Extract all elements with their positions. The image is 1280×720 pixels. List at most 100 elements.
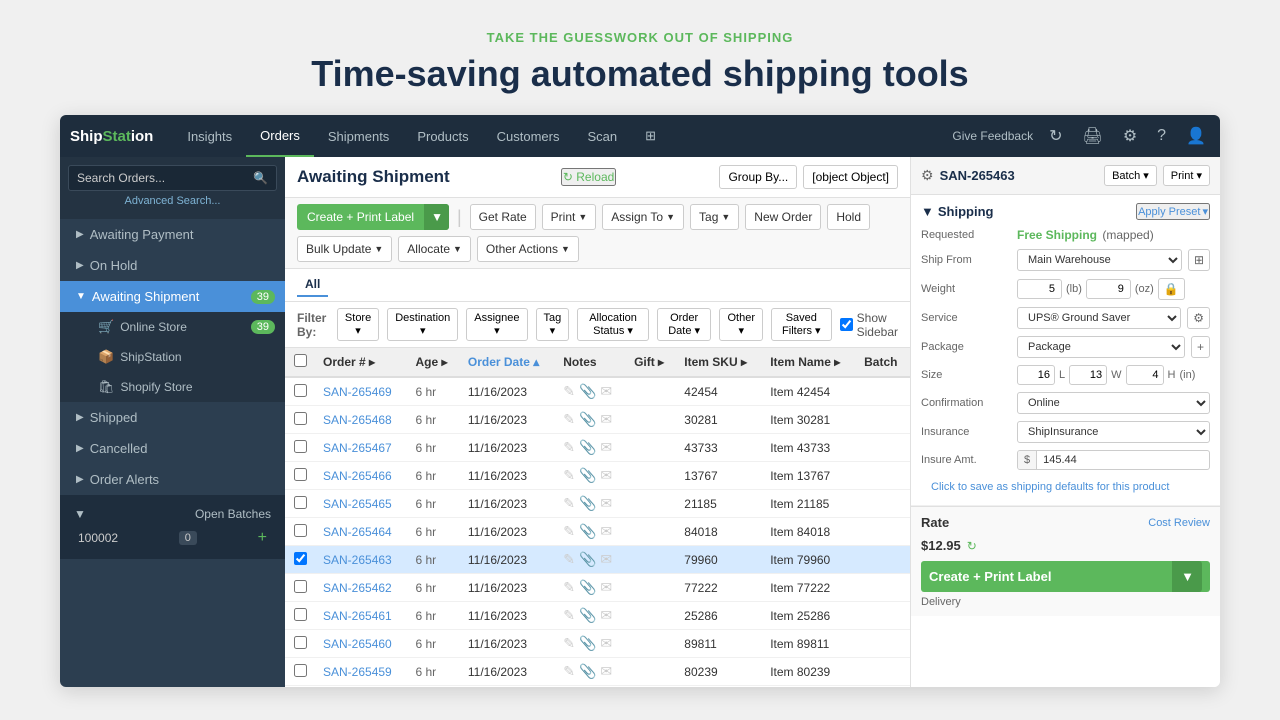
sidebar-item-awaiting-payment[interactable]: ▶ Awaiting Payment: [60, 219, 285, 250]
row-checkbox-cell[interactable]: [285, 406, 315, 434]
insurance-select[interactable]: ShipInsurance: [1017, 421, 1210, 443]
filter-saved-filters[interactable]: Saved Filters ▾: [771, 308, 832, 341]
size-l-input[interactable]: [1017, 365, 1055, 385]
th-gift[interactable]: Gift ▸: [626, 348, 676, 377]
weight-lbs-input[interactable]: [1017, 279, 1062, 299]
row-checkbox-cell[interactable]: [285, 630, 315, 658]
get-rate-button[interactable]: Get Rate: [470, 204, 536, 230]
filter-order-date[interactable]: Order Date ▾: [657, 308, 712, 341]
row-checkbox[interactable]: [294, 552, 307, 565]
note-icon-2[interactable]: 📎: [579, 467, 596, 484]
nav-customers[interactable]: Customers: [483, 115, 574, 157]
create-dropdown-arrow[interactable]: ▼: [1172, 561, 1202, 592]
service-select[interactable]: UPS® Ground Saver: [1017, 307, 1181, 329]
save-defaults-link[interactable]: Click to save as shipping defaults for t…: [921, 477, 1210, 497]
nav-orders[interactable]: Orders: [246, 115, 314, 157]
confirmation-select[interactable]: Online: [1017, 392, 1210, 414]
note-icon-3[interactable]: ✉: [600, 411, 612, 428]
create-print-label-bottom-button[interactable]: Create + Print Label ▼: [921, 561, 1210, 592]
order-link[interactable]: SAN-265460: [323, 637, 392, 651]
row-checkbox-cell[interactable]: [285, 377, 315, 406]
row-checkbox[interactable]: [294, 468, 307, 481]
note-icon-2[interactable]: 📎: [579, 551, 596, 568]
sidebar-item-shipped[interactable]: ▶ Shipped: [60, 402, 285, 433]
order-link[interactable]: SAN-265461: [323, 609, 392, 623]
th-item-name[interactable]: Item Name ▸: [762, 348, 856, 377]
nav-grid[interactable]: ⊞: [631, 115, 670, 157]
order-link[interactable]: SAN-265466: [323, 469, 392, 483]
row-checkbox[interactable]: [294, 384, 307, 397]
allocate-button[interactable]: Allocate ▼: [398, 236, 471, 262]
note-icon-3[interactable]: ✉: [600, 607, 612, 624]
note-icon-3[interactable]: ✉: [600, 663, 612, 680]
note-icon-3[interactable]: ✉: [600, 579, 612, 596]
new-order-button[interactable]: New Order: [745, 204, 821, 230]
nav-shipments[interactable]: Shipments: [314, 115, 403, 157]
order-link[interactable]: SAN-265468: [323, 413, 392, 427]
size-w-input[interactable]: [1069, 365, 1107, 385]
filter-tag[interactable]: Tag ▾: [536, 308, 570, 341]
service-settings-icon[interactable]: ⚙: [1187, 307, 1210, 329]
note-icon-2[interactable]: 📎: [579, 579, 596, 596]
note-icon-2[interactable]: 📎: [579, 439, 596, 456]
order-link[interactable]: SAN-265467: [323, 441, 392, 455]
filter-store[interactable]: Store ▾: [337, 308, 379, 341]
note-icon-2[interactable]: 📎: [579, 411, 596, 428]
note-icon-3[interactable]: ✉: [600, 523, 612, 540]
refresh-icon[interactable]: ↻: [1045, 122, 1066, 150]
columns-button[interactable]: [object Object]: [803, 165, 898, 189]
nav-insights[interactable]: Insights: [173, 115, 246, 157]
note-icon-1[interactable]: ✎: [563, 495, 575, 512]
select-all-checkbox[interactable]: [294, 354, 307, 367]
advanced-search-link[interactable]: Advanced Search...: [68, 191, 277, 211]
sidebar-item-awaiting-shipment[interactable]: ▼ Awaiting Shipment 39: [60, 281, 285, 312]
reload-button[interactable]: ↻ Reload: [561, 168, 616, 186]
th-batch[interactable]: Batch: [856, 348, 910, 377]
filter-allocation-status[interactable]: Allocation Status ▾: [577, 308, 649, 341]
row-checkbox-cell[interactable]: [285, 686, 315, 688]
print-button[interactable]: Print ▼: [542, 204, 597, 230]
bulk-update-button[interactable]: Bulk Update ▼: [297, 236, 392, 262]
note-icon-3[interactable]: ✉: [600, 439, 612, 456]
row-checkbox[interactable]: [294, 608, 307, 621]
search-input-wrapper[interactable]: Search Orders... 🔍: [68, 165, 277, 191]
other-actions-button[interactable]: Other Actions ▼: [477, 236, 579, 262]
add-batch-button[interactable]: +: [258, 529, 267, 547]
note-icon-2[interactable]: 📎: [579, 523, 596, 540]
order-link[interactable]: SAN-265465: [323, 497, 392, 511]
insure-amount-input[interactable]: [1037, 451, 1209, 469]
rs-batch-button[interactable]: Batch ▾: [1104, 165, 1157, 186]
note-icon-1[interactable]: ✎: [563, 635, 575, 652]
help-icon[interactable]: ?: [1153, 123, 1170, 149]
th-notes[interactable]: Notes: [555, 348, 626, 377]
create-dropdown-arrow[interactable]: ▼: [424, 204, 449, 230]
row-checkbox[interactable]: [294, 412, 307, 425]
settings-icon[interactable]: ⚙: [1119, 122, 1141, 150]
ship-from-edit-icon[interactable]: ⊞: [1188, 249, 1210, 271]
row-checkbox-cell[interactable]: [285, 518, 315, 546]
row-checkbox[interactable]: [294, 440, 307, 453]
th-order-number[interactable]: Order # ▸: [315, 348, 407, 377]
sidebar-item-cancelled[interactable]: ▶ Cancelled: [60, 433, 285, 464]
note-icon-1[interactable]: ✎: [563, 523, 575, 540]
filter-assignee[interactable]: Assignee ▾: [466, 308, 527, 341]
give-feedback-link[interactable]: Give Feedback: [952, 129, 1033, 143]
th-item-sku[interactable]: Item SKU ▸: [676, 348, 762, 377]
apply-preset-button[interactable]: Apply Preset ▾: [1136, 203, 1210, 220]
add-package-icon[interactable]: +: [1191, 336, 1210, 358]
sidebar-item-order-alerts[interactable]: ▶ Order Alerts: [60, 464, 285, 495]
create-print-label-button[interactable]: Create + Print Label ▼: [297, 204, 449, 230]
row-checkbox-cell[interactable]: [285, 574, 315, 602]
note-icon-1[interactable]: ✎: [563, 551, 575, 568]
assign-to-button[interactable]: Assign To ▼: [602, 204, 684, 230]
note-icon-1[interactable]: ✎: [563, 467, 575, 484]
note-icon-3[interactable]: ✉: [600, 495, 612, 512]
user-icon[interactable]: 👤: [1182, 122, 1210, 150]
sidebar-sub-shipstation[interactable]: 📦 ShipStation: [88, 342, 285, 372]
rs-print-button[interactable]: Print ▾: [1163, 165, 1210, 186]
note-icon-2[interactable]: 📎: [579, 663, 596, 680]
th-select-all[interactable]: [285, 348, 315, 377]
th-age[interactable]: Age ▸: [407, 348, 459, 377]
show-sidebar-checkbox[interactable]: [840, 318, 853, 331]
note-icon-1[interactable]: ✎: [563, 411, 575, 428]
